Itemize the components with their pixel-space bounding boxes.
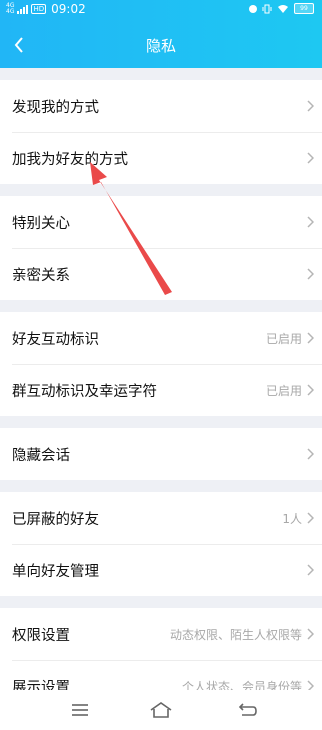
row-value: 已启用 [265,331,302,346]
row-label: 已屏蔽的好友 [12,511,99,528]
page-title: 隐私 [145,37,176,55]
status-time: 09:02 [51,2,86,16]
section-gap [0,416,322,428]
row-friend-interaction-badge[interactable]: 好友互动标识 已启用 [0,312,322,364]
row-label: 特别关心 [12,215,70,232]
row-one-way-friends[interactable]: 单向好友管理 [0,544,322,596]
row-permission-settings[interactable]: 权限设置 动态权限、陌生人权限等 [0,608,322,660]
system-nav-bar [0,690,322,730]
section-gap [0,184,322,196]
row-value: 动态权限、陌生人权限等 [169,627,302,642]
row-label: 发现我的方式 [12,99,99,116]
chevron-right-icon [307,384,314,396]
section-gap [0,480,322,492]
row-label: 隐藏会话 [12,447,70,464]
row-label: 单向好友管理 [12,563,99,580]
row-label: 好友互动标识 [12,331,99,348]
chevron-right-icon [307,332,314,344]
row-value: 1人 [282,511,302,526]
chevron-right-icon [307,512,314,524]
row-add-friend-method[interactable]: 加我为好友的方式 [0,132,322,184]
chevron-right-icon [307,628,314,640]
status-bar: 4G 4G HD 09:02 99 [0,0,322,20]
row-label: 加我为好友的方式 [12,151,128,168]
chevron-right-icon [307,216,314,228]
section-gap [0,68,322,80]
hd-badge: HD [31,4,47,14]
row-value: 已启用 [265,383,302,398]
row-intimate-relation[interactable]: 亲密关系 [0,248,322,300]
chevron-right-icon [307,100,314,112]
vibrate-icon [262,4,272,13]
menu-icon[interactable] [68,700,92,720]
chevron-right-icon [307,448,314,460]
section-gap [0,596,322,608]
row-label: 亲密关系 [12,267,70,284]
row-blocked-friends[interactable]: 已屏蔽的好友 1人 [0,492,322,544]
signal-icon [17,4,29,14]
settings-list: 发现我的方式 加我为好友的方式 特别关心 亲密关系 好友互动标识 已启用 群互动… [0,68,322,712]
row-special-care[interactable]: 特别关心 [0,196,322,248]
network-indicator: 4G 4G [6,2,15,15]
back-nav-icon[interactable] [236,700,260,720]
row-group-interaction-badge[interactable]: 群互动标识及幸运字符 已启用 [0,364,322,416]
row-label: 权限设置 [12,627,70,644]
chevron-right-icon [307,564,314,576]
chevron-right-icon [307,268,314,280]
wifi-icon [278,4,288,13]
alarm-icon [249,4,257,13]
row-discover-me[interactable]: 发现我的方式 [0,80,322,132]
row-hidden-chats[interactable]: 隐藏会话 [0,428,322,480]
home-icon[interactable] [149,700,173,720]
chevron-right-icon [307,152,314,164]
app-header: 4G 4G HD 09:02 99 隐私 [0,0,322,68]
section-gap [0,300,322,312]
row-label: 群互动标识及幸运字符 [12,383,157,400]
battery-icon: 99 [294,3,314,14]
